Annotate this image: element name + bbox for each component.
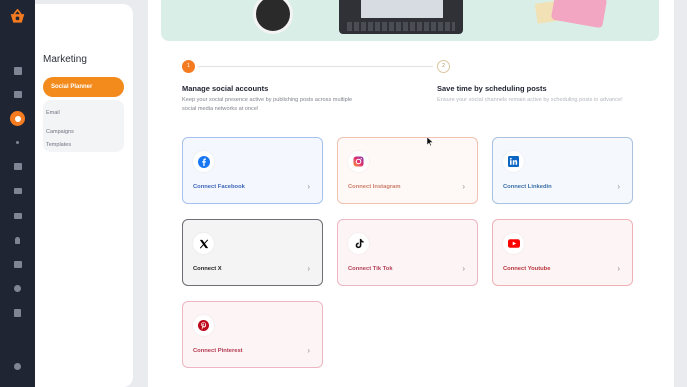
dot-icon[interactable]: [12, 137, 23, 148]
connect-x-label: Connect X: [193, 266, 222, 272]
gallery-icon[interactable]: [12, 161, 23, 172]
instagram-icon: [348, 151, 369, 172]
hero-banner-image: [161, 0, 659, 41]
submenu-item-social-planner[interactable]: Social Planner: [43, 77, 124, 97]
calendar-icon[interactable]: [12, 89, 23, 100]
x-icon: [193, 233, 214, 254]
dashboard-icon[interactable]: [12, 65, 23, 76]
marketing-icon[interactable]: [10, 111, 25, 126]
connect-x-card[interactable]: Connect X ›: [182, 219, 323, 286]
step-2-description: Ensure your social channels remain activ…: [437, 97, 623, 103]
linkedin-icon: [503, 151, 524, 172]
submenu-item-email[interactable]: Email: [46, 110, 60, 116]
connect-instagram-card[interactable]: Connect Instagram ›: [337, 137, 478, 204]
connect-linkedin-card[interactable]: Connect Linkedin ›: [492, 137, 633, 204]
connect-facebook-card[interactable]: Connect Facebook ›: [182, 137, 323, 204]
connect-facebook-label: Connect Facebook: [193, 184, 245, 190]
chevron-right-icon: ›: [307, 182, 310, 191]
submenu-item-campaigns[interactable]: Campaigns: [46, 129, 74, 135]
pinterest-icon: [193, 315, 214, 336]
youtube-icon: [503, 233, 524, 254]
step-1-title: Manage social accounts: [182, 84, 269, 93]
logo-basket-icon[interactable]: [9, 9, 26, 26]
chevron-right-icon: ›: [307, 346, 310, 355]
connect-instagram-label: Connect Instagram: [348, 184, 401, 190]
settings-icon[interactable]: [12, 361, 23, 372]
pin-icon[interactable]: [12, 235, 23, 246]
connect-tiktok-label: Connect Tik Tok: [348, 266, 393, 272]
step-progress-line: [198, 66, 433, 67]
step-2-title: Save time by scheduling posts: [437, 84, 547, 93]
monitor-icon[interactable]: [12, 185, 23, 196]
window-edge: [674, 0, 687, 387]
step-1-description: Keep your social presence active by publ…: [182, 97, 353, 112]
dollar-icon[interactable]: [12, 283, 23, 294]
submenu-title: Marketing: [43, 54, 87, 65]
chevron-right-icon: ›: [307, 264, 310, 273]
document-icon[interactable]: [12, 307, 23, 318]
connect-youtube-label: Connect Youtube: [503, 266, 551, 272]
main-nav-rail: [0, 0, 35, 387]
marketing-submenu: Marketing Social Planner Email Campaigns…: [35, 4, 133, 387]
folder-icon[interactable]: [12, 210, 23, 221]
connect-pinterest-card[interactable]: Connect Pinterest ›: [182, 301, 323, 368]
step-2-indicator: 2: [437, 60, 450, 73]
tiktok-icon: [348, 233, 369, 254]
chevron-right-icon: ›: [462, 182, 465, 191]
step-1-indicator: 1: [182, 60, 195, 73]
facebook-icon: [193, 151, 214, 172]
chevron-right-icon: ›: [462, 264, 465, 273]
app-window: Marketing Social Planner Email Campaigns…: [0, 0, 687, 387]
submenu-item-templates[interactable]: Templates: [46, 142, 71, 148]
chevron-right-icon: ›: [617, 182, 620, 191]
connect-tiktok-card[interactable]: Connect Tik Tok ›: [337, 219, 478, 286]
connect-pinterest-label: Connect Pinterest: [193, 348, 243, 354]
list-icon[interactable]: [12, 259, 23, 270]
connect-youtube-card[interactable]: Connect Youtube ›: [492, 219, 633, 286]
chevron-right-icon: ›: [617, 264, 620, 273]
connect-linkedin-label: Connect Linkedin: [503, 184, 552, 190]
mouse-cursor-icon: [427, 137, 433, 146]
main-content: 1 2 Manage social accounts Keep your soc…: [148, 0, 674, 387]
